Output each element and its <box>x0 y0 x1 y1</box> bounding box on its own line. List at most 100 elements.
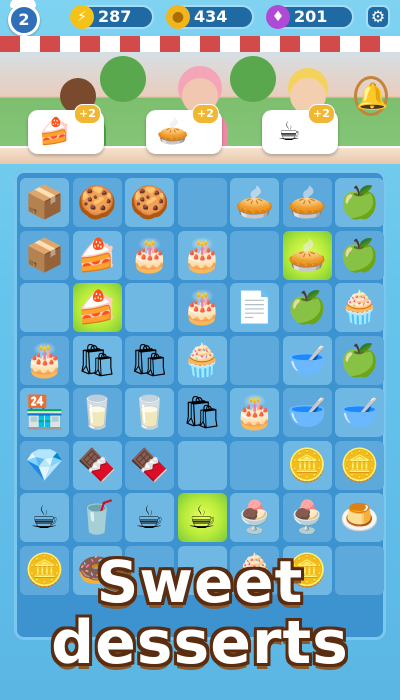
cookie-icon[interactable]: 🍪 <box>125 178 174 227</box>
bell-icon[interactable]: 🔔 <box>356 82 388 122</box>
board-cell[interactable] <box>230 440 279 490</box>
board-cell[interactable] <box>230 335 279 385</box>
coin-counter[interactable]: ● 434 <box>166 5 254 29</box>
board-cell[interactable] <box>230 230 279 280</box>
apple-icon[interactable]: 🍏 <box>335 231 384 280</box>
board-cell[interactable] <box>125 283 174 332</box>
board-cell[interactable]: ☕ <box>125 493 174 542</box>
layer-cake-icon[interactable]: 🎂 <box>178 283 227 332</box>
board-cell[interactable]: 🏪 <box>20 388 69 437</box>
unicorn-cake-icon[interactable]: 🎂 <box>178 231 227 280</box>
board-cell[interactable]: 🍫 <box>72 440 122 490</box>
board-cell[interactable]: 🥧 <box>230 178 279 227</box>
board-cell[interactable]: 🍏 <box>335 335 384 385</box>
unicorn-cake-icon[interactable]: 🎂 <box>125 231 174 280</box>
board-cell[interactable]: 🛍 <box>125 335 174 385</box>
takeaway-cup-icon[interactable]: 🥤 <box>73 493 122 542</box>
board-cell[interactable]: 🪙 <box>282 440 332 490</box>
strawberry-cake-icon[interactable]: 🍰 <box>73 283 122 332</box>
board-cell[interactable]: 🍪 <box>72 178 122 227</box>
board-cell[interactable]: 🥣 <box>282 335 332 385</box>
order-bubble[interactable]: ☕ +2 <box>262 104 338 154</box>
board-cell[interactable]: 📦 <box>20 178 69 227</box>
board-cell[interactable] <box>177 440 227 490</box>
board-cell[interactable]: 🥤 <box>72 493 122 542</box>
strawberry-cake-icon[interactable]: 🍰 <box>73 231 122 280</box>
board-cell[interactable]: 🎂 <box>177 283 227 332</box>
apple-icon[interactable]: 🍏 <box>335 178 384 227</box>
recipe-note-icon[interactable]: 📄 <box>230 283 279 332</box>
board-cell[interactable]: 🍫 <box>125 440 174 490</box>
board-cell[interactable]: 🎂 <box>125 230 174 280</box>
apple-icon[interactable]: 🍏 <box>335 336 384 385</box>
paper-bag-icon[interactable]: 🛍 <box>73 336 122 385</box>
apple-icon[interactable]: 🍏 <box>283 283 332 332</box>
pie-slice-icon[interactable]: 🥧 <box>230 178 279 227</box>
pie-slice-icon[interactable]: 🥧 <box>283 178 332 227</box>
board-cell[interactable]: 🍨 <box>230 493 279 542</box>
chocolate-cake-icon[interactable]: 🍫 <box>125 441 174 490</box>
order-bubble[interactable]: 🍰 +2 <box>28 104 104 154</box>
board-cell[interactable] <box>20 283 69 332</box>
board-cell[interactable]: 🍰 <box>72 230 122 280</box>
board-cell[interactable]: 🧁 <box>335 283 384 332</box>
cream-bowl-icon[interactable]: 🥣 <box>283 336 332 385</box>
board-cell[interactable]: 🧁 <box>177 335 227 385</box>
player-level-badge[interactable]: 2 <box>8 4 40 36</box>
board-cell[interactable]: 🍨 <box>282 493 332 542</box>
board-cell[interactable]: 🍏 <box>335 178 384 227</box>
board-cell[interactable]: 🥧 <box>282 178 332 227</box>
board-cell[interactable]: 🥣 <box>335 388 384 437</box>
cupcake-icon[interactable]: 🧁 <box>178 336 227 385</box>
paper-bag-icon[interactable]: 🛍 <box>125 336 174 385</box>
board-cell[interactable]: 🍏 <box>282 283 332 332</box>
dessert-stall-icon[interactable]: 🏪 <box>20 388 69 437</box>
wedding-cake-icon[interactable]: 🎂 <box>230 388 279 437</box>
sundae-icon[interactable]: 🍨 <box>283 493 332 542</box>
cream-bowl-icon[interactable]: 🥣 <box>335 388 384 437</box>
coin-pile-icon[interactable]: 🪙 <box>335 441 384 490</box>
order-bubble[interactable]: 🥧 +2 <box>146 104 222 154</box>
milkshake-icon[interactable]: 🍨 <box>230 493 279 542</box>
supply-crate-icon[interactable]: 📦 <box>20 178 69 227</box>
grocery-bag-icon[interactable]: 🛍 <box>178 388 227 437</box>
cookie-icon[interactable]: 🍪 <box>73 178 122 227</box>
milk-carton-icon[interactable]: 🥛 <box>73 388 122 437</box>
board-cell[interactable]: 🥛 <box>72 388 122 437</box>
gem-counter[interactable]: ♦ 201 <box>266 5 354 29</box>
board-cell[interactable]: 🎂 <box>20 335 69 385</box>
milk-carton-icon[interactable]: 🥛 <box>125 388 174 437</box>
board-cell[interactable]: 🍪 <box>125 178 174 227</box>
board-cell[interactable]: 🍮 <box>335 493 384 542</box>
board-cell[interactable]: 🍏 <box>335 230 384 280</box>
board-cell[interactable]: 🎂 <box>177 230 227 280</box>
board-cell[interactable]: 🎂 <box>230 388 279 437</box>
board-cell[interactable]: ☕ <box>177 493 227 542</box>
apple-pie-icon[interactable]: 🥧 <box>283 231 332 280</box>
settings-button[interactable]: ⚙ <box>366 5 390 29</box>
coin-pile-icon[interactable]: 🪙 <box>283 441 332 490</box>
board-cell[interactable] <box>177 178 227 227</box>
hot-chocolate-icon[interactable]: ☕ <box>178 493 227 542</box>
board-cell[interactable]: 🥧 <box>282 230 332 280</box>
board-cell[interactable]: ☕ <box>20 493 69 542</box>
chocolate-pudding-icon[interactable]: 🍮 <box>335 493 384 542</box>
chocolate-cake-icon[interactable]: 🍫 <box>73 441 122 490</box>
board-cell[interactable]: 📄 <box>230 283 279 332</box>
board-cell[interactable]: 💎 <box>20 440 69 490</box>
energy-counter[interactable]: ⚡ 287 <box>70 5 154 29</box>
board-cell[interactable]: 📦 <box>20 230 69 280</box>
latte-icon[interactable]: ☕ <box>125 493 174 542</box>
board-cell[interactable]: 🍰 <box>72 283 122 332</box>
coffee-cup-icon[interactable]: ☕ <box>20 493 69 542</box>
supply-crate-icon[interactable]: 📦 <box>20 231 69 280</box>
gem-icon[interactable]: 💎 <box>20 441 69 490</box>
board-cell[interactable]: 🛍 <box>72 335 122 385</box>
board-cell[interactable]: 🪙 <box>335 440 384 490</box>
board-cell[interactable]: 🥣 <box>282 388 332 437</box>
board-cell[interactable]: 🛍 <box>177 388 227 437</box>
cream-pot-icon[interactable]: 🧁 <box>335 283 384 332</box>
cream-bowl-icon[interactable]: 🥣 <box>283 388 332 437</box>
board-cell[interactable]: 🥛 <box>125 388 174 437</box>
cake-stand-icon[interactable]: 🎂 <box>20 336 69 385</box>
